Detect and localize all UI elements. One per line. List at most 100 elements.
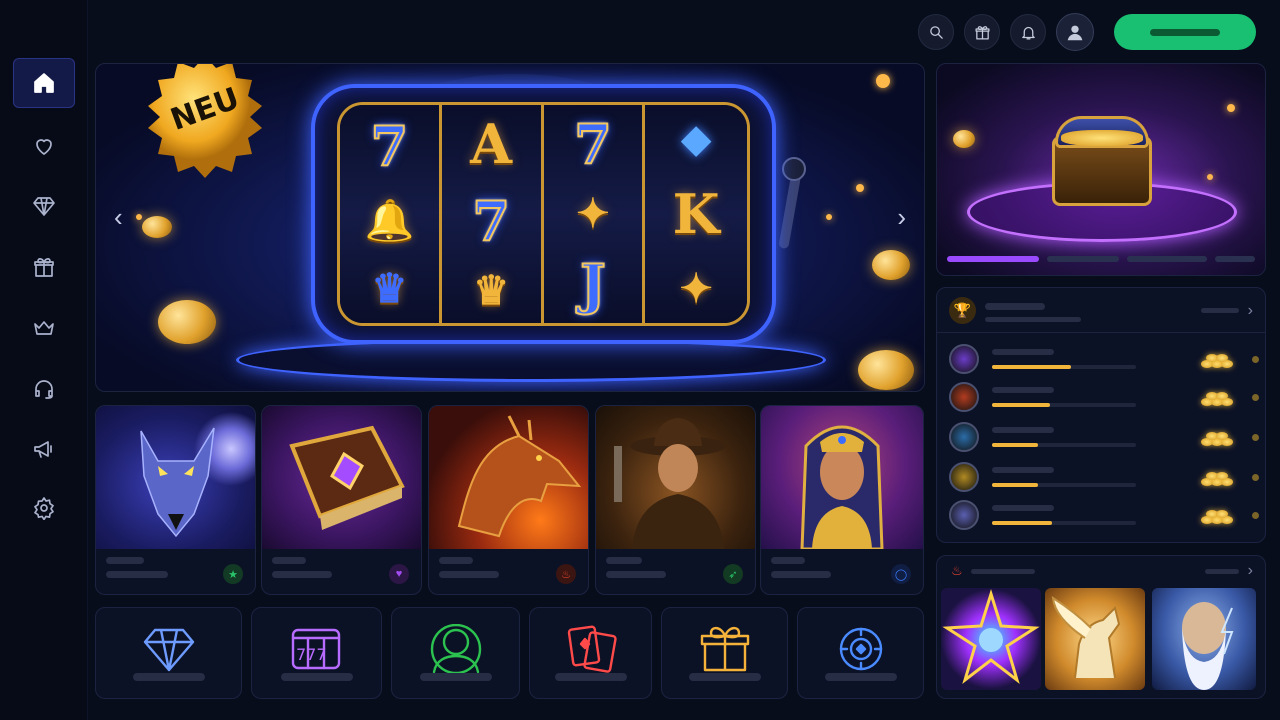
chip-icon xyxy=(839,627,882,671)
sidebar-item-favorites[interactable] xyxy=(13,121,75,171)
crown-symbol: ♛ xyxy=(473,267,510,315)
player-name-placeholder xyxy=(992,467,1054,473)
star-icon[interactable]: ★ xyxy=(223,564,243,584)
seven-symbol: 7 xyxy=(573,111,613,176)
cta-label-placeholder xyxy=(1150,28,1220,36)
ace-symbol: A xyxy=(470,111,513,176)
sidebar-item-home[interactable] xyxy=(13,58,75,108)
coin xyxy=(858,350,914,390)
game-thumbnail xyxy=(596,406,755,549)
hot-game-pegasus[interactable] xyxy=(1045,588,1145,690)
gift-button[interactable] xyxy=(964,14,1000,50)
leaderboard-row[interactable] xyxy=(949,422,1259,454)
progress-bar xyxy=(992,483,1136,487)
hot-games: ♨ › xyxy=(936,555,1266,699)
progress-fill xyxy=(992,443,1039,447)
gold-coins-icon xyxy=(1199,388,1233,408)
slot-pedestal xyxy=(236,338,826,382)
game-card-wolf[interactable]: ★ xyxy=(95,405,256,595)
star-coin-symbol: ✦ xyxy=(576,189,610,237)
avatar xyxy=(949,344,979,374)
fire-icon: ♨ xyxy=(951,563,963,578)
king-symbol: K xyxy=(672,182,720,246)
heart-icon[interactable]: ♥ xyxy=(389,564,409,584)
circle-icon[interactable]: ◯ xyxy=(891,564,911,584)
game-thumbnail xyxy=(96,406,255,549)
cleopatra-icon xyxy=(800,425,884,551)
status-dot xyxy=(1252,394,1259,401)
avatar xyxy=(949,500,979,530)
search-icon xyxy=(929,25,943,39)
status-dot xyxy=(1252,356,1259,363)
category-diamond[interactable] xyxy=(95,607,242,699)
jack-symbol: J xyxy=(579,252,607,317)
status-dot xyxy=(1252,512,1259,519)
chevron-right-icon[interactable]: › xyxy=(897,202,906,233)
reel: ◆ K ✦ xyxy=(645,105,747,323)
bell-symbol: 🔔 xyxy=(364,197,415,244)
hot-game-starburst[interactable] xyxy=(941,588,1041,690)
category-jackpots[interactable] xyxy=(797,607,924,699)
sidebar-item-news[interactable] xyxy=(13,424,75,474)
status-dot xyxy=(1252,474,1259,481)
crown-symbol: ♛ xyxy=(371,265,408,312)
leaderboard-row[interactable] xyxy=(949,382,1259,414)
user-icon xyxy=(1067,25,1083,41)
category-live[interactable] xyxy=(391,607,520,699)
leaderboard-row[interactable] xyxy=(949,344,1259,376)
progress-fill xyxy=(992,483,1039,487)
game-card-book[interactable]: ♥ xyxy=(261,405,422,595)
avatar xyxy=(949,462,979,492)
search-button[interactable] xyxy=(918,14,954,50)
reel: A 7 ♛ xyxy=(441,105,544,323)
leaderboard-row[interactable] xyxy=(949,500,1259,532)
cta-button[interactable] xyxy=(1114,14,1256,50)
sidebar-item-diamond[interactable] xyxy=(13,181,75,231)
diamond-symbol: ◆ xyxy=(680,115,712,162)
coin xyxy=(142,216,172,238)
headset-icon xyxy=(35,380,53,399)
game-card-cowboy[interactable]: ➶ xyxy=(595,405,756,595)
category-slots[interactable]: 777 xyxy=(251,607,382,699)
sidebar-item-vip[interactable] xyxy=(13,303,75,353)
cards-icon xyxy=(567,625,617,673)
rewards-banner[interactable] xyxy=(936,63,1266,276)
progress-fill xyxy=(992,365,1072,369)
progress-bar xyxy=(992,403,1136,407)
rocket-icon[interactable]: ➶ xyxy=(723,564,743,584)
profile-button[interactable] xyxy=(1056,13,1094,51)
hot-game-zeus[interactable] xyxy=(1152,588,1256,690)
diamond-icon xyxy=(33,197,55,216)
heart-icon xyxy=(36,139,52,155)
wolf-icon xyxy=(140,427,215,538)
reel: 7 🔔 ♛ xyxy=(340,105,442,323)
leaderboard-header[interactable]: 🏆 › xyxy=(937,288,1265,333)
chevron-right-icon: › xyxy=(1247,302,1253,319)
cowboy-icon xyxy=(614,418,726,549)
dragon-icon xyxy=(457,415,582,538)
player-name-placeholder xyxy=(992,349,1054,355)
gear-icon xyxy=(34,497,54,520)
sidebar-item-promotions[interactable] xyxy=(13,242,75,292)
rewards-progress xyxy=(947,256,1255,262)
gift-icon xyxy=(974,25,990,40)
slot-777-icon: 777 xyxy=(291,628,340,670)
sidebar-item-settings[interactable] xyxy=(13,483,75,533)
category-bonuses[interactable] xyxy=(661,607,788,699)
zeus-icon xyxy=(1182,602,1234,690)
progress-bar xyxy=(992,521,1136,525)
game-card-cleopatra[interactable]: ◯ xyxy=(760,405,924,595)
chevron-right-icon[interactable]: › xyxy=(1248,562,1253,580)
chevron-left-icon[interactable]: ‹ xyxy=(114,202,123,233)
category-table-games[interactable] xyxy=(529,607,652,699)
slot-reels: 7 🔔 ♛ A 7 ♛ 7 ✦ J ◆ K ✦ xyxy=(337,102,750,326)
hero-banner[interactable]: 7 🔔 ♛ A 7 ♛ 7 ✦ J ◆ K ✦ NEU ‹ › xyxy=(95,63,925,392)
fire-icon[interactable]: ♨ xyxy=(556,564,576,584)
notifications-button[interactable] xyxy=(1010,14,1046,50)
seven-symbol: 7 xyxy=(471,188,511,253)
game-card-dragon[interactable]: ♨ xyxy=(428,405,589,595)
sidebar-item-support[interactable] xyxy=(13,364,75,414)
game-thumbnail xyxy=(429,406,588,549)
leaderboard-row[interactable] xyxy=(949,462,1259,494)
gold-coins-icon xyxy=(1199,350,1233,370)
